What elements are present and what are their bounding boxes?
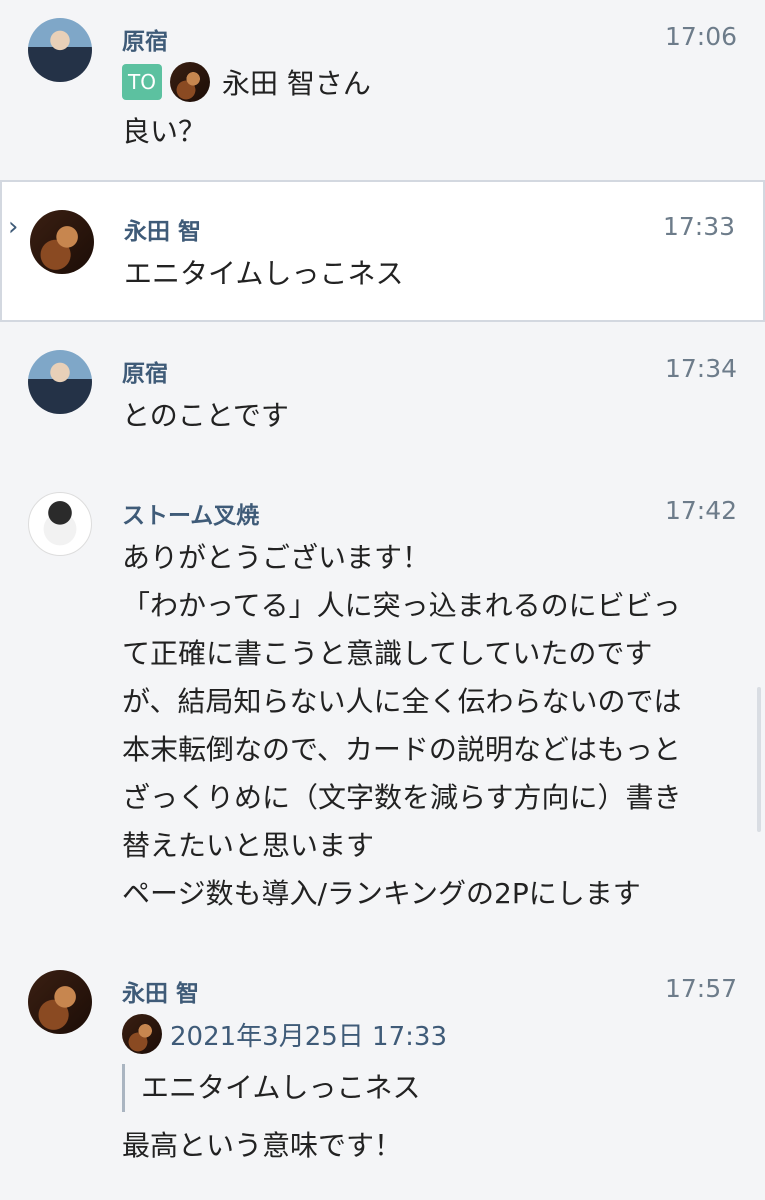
quote-date: 2021年3月25日 17:33 <box>170 1021 447 1052</box>
to-mention: TO 永田 智さん <box>122 62 371 102</box>
message-text: エニタイムしっこネス <box>124 257 404 290</box>
message-text: ありがとうございます！ 「わかってる」人に突っ込まれるのにビビっ て正確に書こう… <box>122 534 681 918</box>
message-line: 替えたいと思います <box>122 829 375 862</box>
avatar <box>170 62 210 102</box>
sender-name[interactable]: 原宿 <box>122 354 168 388</box>
timestamp: 17:06 <box>664 22 737 51</box>
message-line: 本末転倒なので、カードの説明などはもっと <box>122 733 681 766</box>
quote-header[interactable]: 2021年3月25日 17:33 <box>122 1014 447 1054</box>
timestamp: 17:34 <box>664 354 737 383</box>
avatar[interactable] <box>28 492 92 556</box>
message-line: ありがとうございます！ <box>122 541 431 574</box>
message-text: とのことです <box>122 399 289 432</box>
message-line: 「わかってる」人に突っ込まれるのにビビっ <box>122 589 681 622</box>
message-text: 良い？ <box>122 115 207 148</box>
scrollbar[interactable] <box>757 687 761 832</box>
avatar[interactable] <box>30 210 94 274</box>
message-line: ざっくりめに（文字数を減らす方向に）書き <box>122 781 682 814</box>
avatar <box>122 1014 162 1054</box>
message-2[interactable]: › 永田 智 17:33 エニタイムしっこネス <box>0 180 765 322</box>
sender-name[interactable]: 永田 智 <box>124 212 201 246</box>
quote-text: エニタイムしっこネス <box>122 1064 420 1112</box>
chevron-right-icon: › <box>8 212 19 242</box>
mention-name: 永田 智さん <box>222 67 371 100</box>
sender-name[interactable]: ストーム叉焼 <box>122 496 259 530</box>
sender-name[interactable]: 永田 智 <box>122 974 199 1008</box>
avatar[interactable] <box>28 970 92 1034</box>
timestamp: 17:42 <box>664 496 737 525</box>
message-3: 原宿 17:34 とのことです <box>0 322 765 482</box>
avatar[interactable] <box>28 350 92 414</box>
message-line: ページ数も導入/ランキングの2Pにします <box>122 877 641 910</box>
timestamp: 17:57 <box>664 974 737 1003</box>
message-text: 最高という意味です！ <box>122 1129 403 1162</box>
message-line: て正確に書こうと意識してしていたのです <box>122 637 653 670</box>
message-5: 永田 智 17:57 2021年3月25日 17:33 エニタイムしっこネス 最… <box>0 942 765 1200</box>
message-1: 原宿 17:06 TO 永田 智さん 良い？ <box>0 0 765 180</box>
message-line: が、結局知らない人に全く伝わらないのでは <box>122 685 682 718</box>
avatar[interactable] <box>28 18 92 82</box>
timestamp: 17:33 <box>662 212 735 241</box>
message-4: ストーム叉焼 17:42 ありがとうございます！ 「わかってる」人に突っ込まれる… <box>0 482 765 942</box>
to-badge: TO <box>122 64 162 100</box>
sender-name[interactable]: 原宿 <box>122 22 168 56</box>
